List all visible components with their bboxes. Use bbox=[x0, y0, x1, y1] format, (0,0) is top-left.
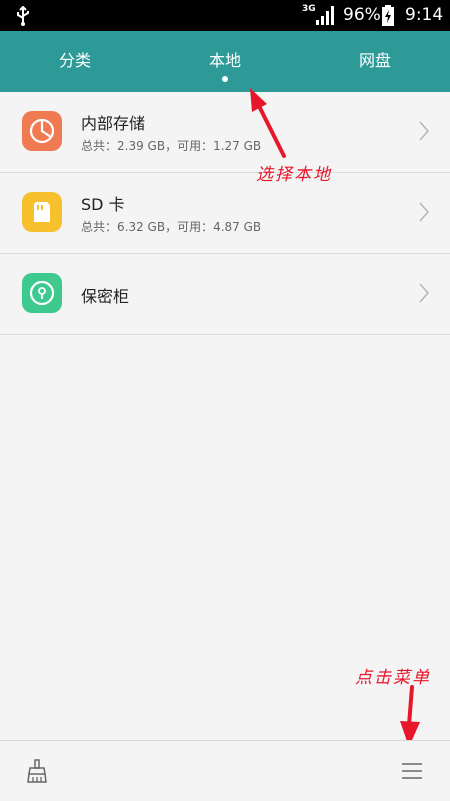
tab-label: 分类 bbox=[58, 51, 91, 70]
storage-title: SD 卡 bbox=[81, 195, 125, 214]
pie-chart-icon bbox=[22, 111, 62, 151]
tab-cloud-disk[interactable]: 网盘 bbox=[300, 31, 450, 92]
chevron-right-icon bbox=[419, 121, 430, 141]
signal-icon bbox=[316, 6, 334, 25]
usb-icon bbox=[17, 6, 29, 26]
chevron-right-icon bbox=[419, 202, 430, 222]
broom-icon[interactable] bbox=[24, 758, 50, 784]
tab-category[interactable]: 分类 bbox=[0, 31, 150, 92]
network-type-label: 3G bbox=[302, 4, 316, 14]
storage-title: 内部存储 bbox=[81, 114, 146, 133]
storage-list: 内部存储 总共：2.39 GB，可用：1.27 GB SD 卡 总共：6.32 … bbox=[0, 92, 450, 335]
status-bar: 3G 96% 9:14 bbox=[0, 0, 450, 31]
battery-charging-icon bbox=[382, 5, 394, 26]
storage-subtitle: 总共：2.39 GB，可用：1.27 GB bbox=[81, 139, 262, 153]
sd-card-icon bbox=[22, 192, 62, 232]
list-item-internal-storage[interactable]: 内部存储 总共：2.39 GB，可用：1.27 GB bbox=[0, 92, 450, 173]
active-tab-indicator bbox=[222, 76, 228, 82]
tab-label: 本地 bbox=[208, 51, 241, 70]
tab-bar: 分类 本地 网盘 bbox=[0, 31, 450, 92]
storage-title: 保密柜 bbox=[81, 287, 130, 306]
bottom-toolbar bbox=[0, 740, 450, 801]
storage-subtitle: 总共：6.32 GB，可用：4.87 GB bbox=[81, 220, 262, 234]
list-item-sd-card[interactable]: SD 卡 总共：6.32 GB，可用：4.87 GB bbox=[0, 173, 450, 254]
clock: 9:14 bbox=[405, 5, 444, 25]
list-item-safe-box[interactable]: 保密柜 bbox=[0, 254, 450, 335]
chevron-right-icon bbox=[419, 283, 430, 303]
battery-percent: 96% bbox=[343, 5, 381, 25]
annotation-arrow-select-local bbox=[250, 88, 286, 158]
tab-label: 网盘 bbox=[358, 51, 391, 70]
annotation-select-local: 选择本地 bbox=[256, 165, 332, 185]
lock-icon bbox=[22, 273, 62, 313]
menu-icon[interactable] bbox=[400, 761, 424, 781]
